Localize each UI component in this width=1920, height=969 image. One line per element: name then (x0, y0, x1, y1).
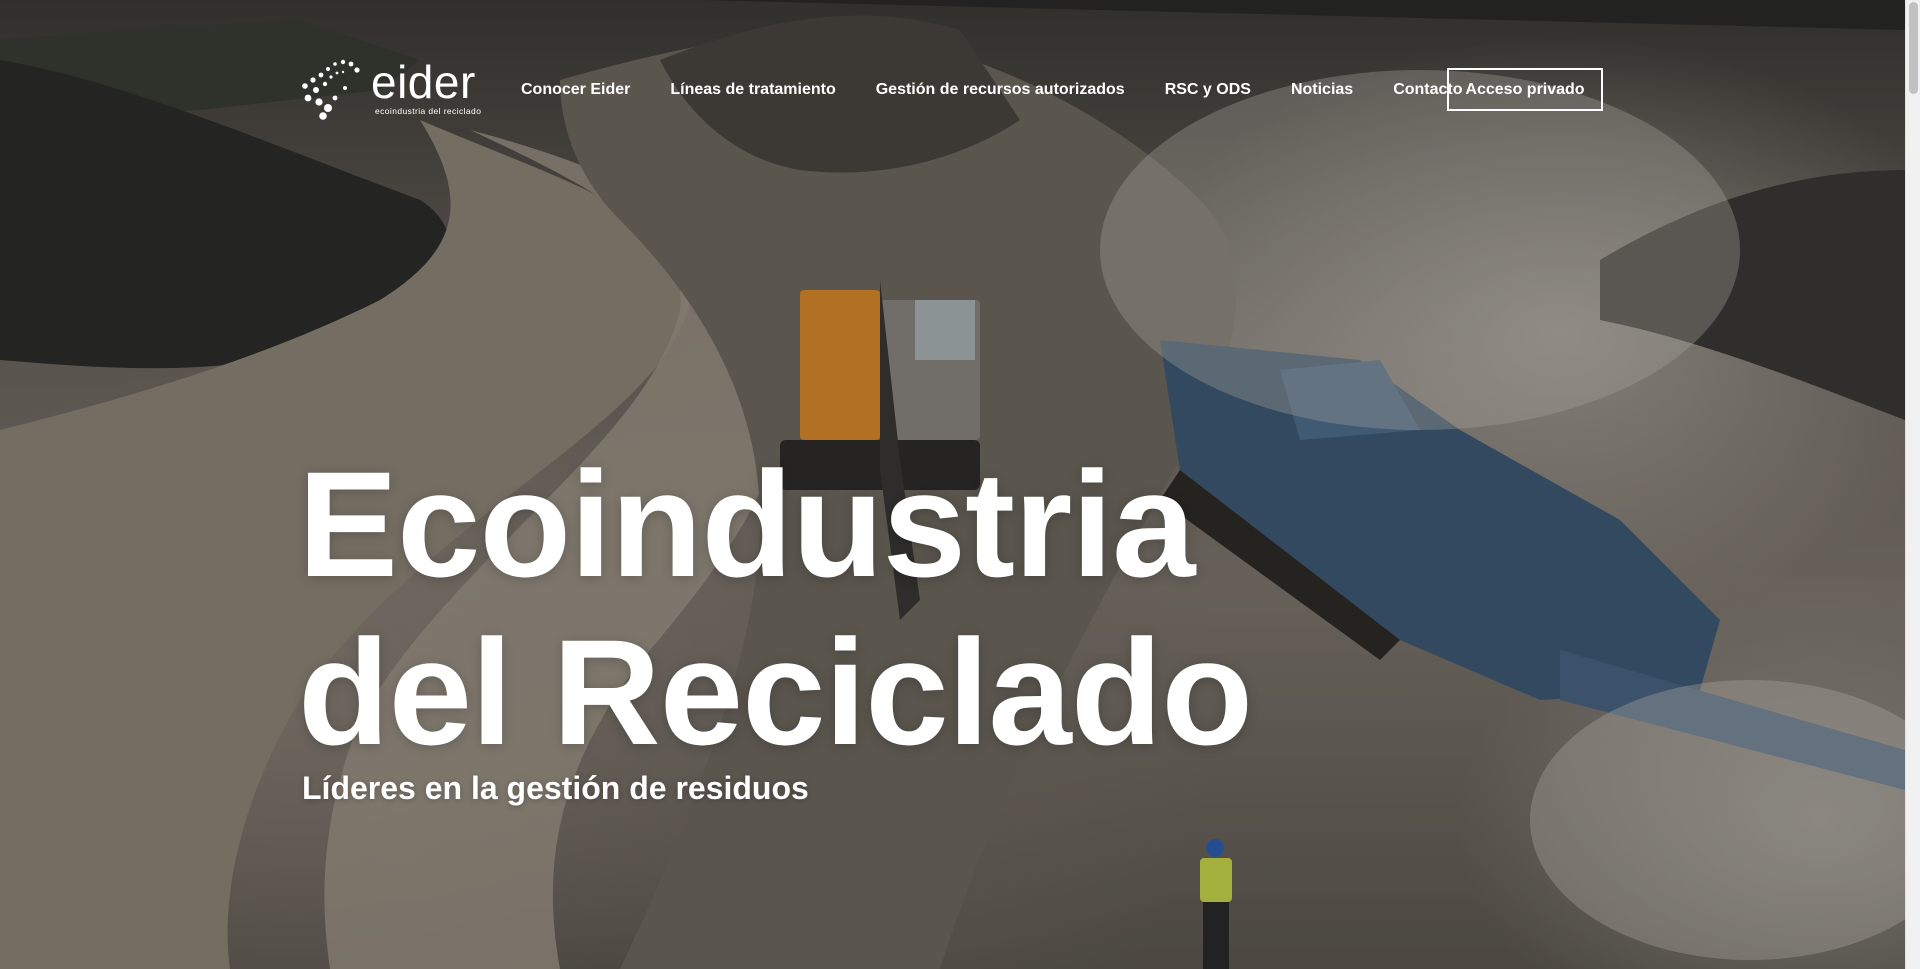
scrollbar-thumb[interactable] (1909, 2, 1918, 94)
page-scrollbar[interactable] (1905, 0, 1920, 969)
brand-name: eider (371, 56, 476, 108)
nav-item-gestion-recursos[interactable]: Gestión de recursos autorizados (876, 81, 1125, 99)
dots-logo-icon (302, 59, 360, 120)
main-nav: Conocer Eider Líneas de tratamiento Gest… (521, 68, 1503, 112)
hero-title-line2: del Reciclado (298, 608, 1253, 776)
nav-item-noticias[interactable]: Noticias (1291, 81, 1353, 99)
private-access-button[interactable]: Acceso privado (1447, 68, 1603, 111)
brand-logo[interactable]: eider ecoindustria del reciclado (301, 58, 491, 120)
brand-tagline: ecoindustria del reciclado (375, 106, 482, 116)
site-header: eider ecoindustria del reciclado Conocer… (0, 0, 1905, 180)
nav-item-rsc-ods[interactable]: RSC y ODS (1165, 81, 1251, 99)
hero-title-line1: Ecoindustria (298, 440, 1196, 608)
nav-item-conocer-eider[interactable]: Conocer Eider (521, 81, 630, 99)
hero-title: Ecoindustria del Reciclado (298, 440, 1253, 776)
hero-subtitle: Líderes en la gestión de residuos (302, 770, 809, 806)
nav-item-lineas-tratamiento[interactable]: Líneas de tratamiento (670, 81, 835, 99)
